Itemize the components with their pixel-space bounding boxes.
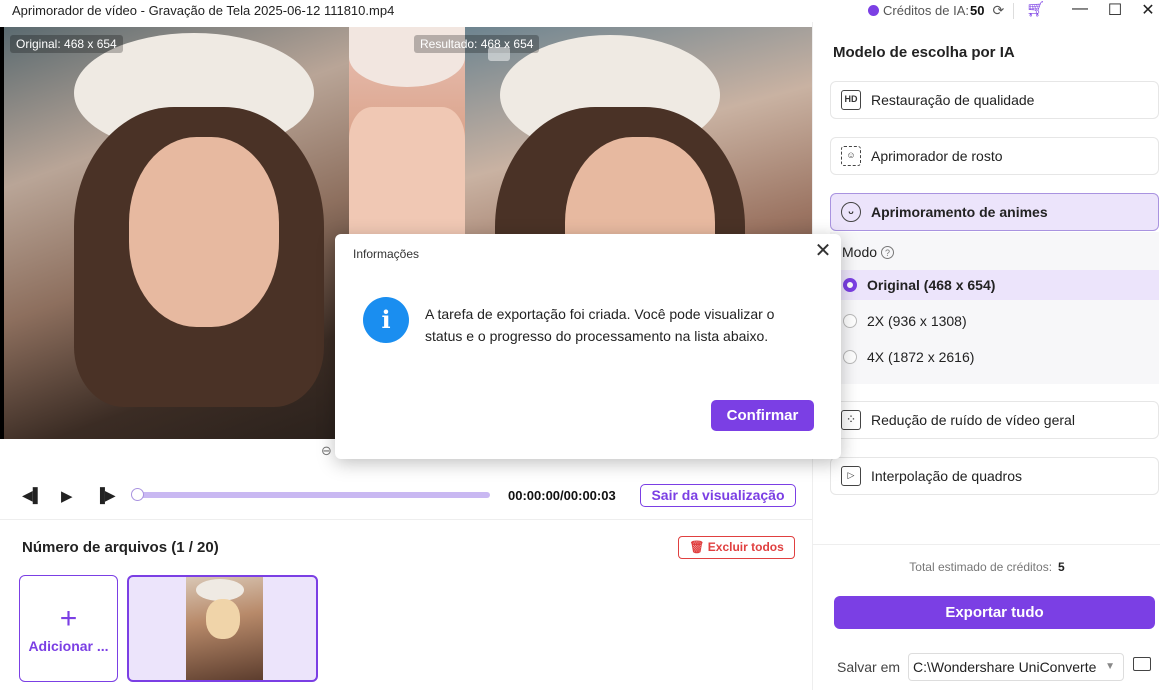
result-size-tag: Resultado: 468 x 654 [414,35,540,53]
play-icon[interactable]: ▶ [61,487,73,505]
mode-section: Modo? Original (468 x 654) 2X (936 x 130… [830,232,1159,384]
mode-option-2x[interactable]: 2X (936 x 1308) [830,306,1159,336]
add-file-button[interactable]: + Adicionar ... [19,575,118,682]
seek-knob[interactable] [131,488,144,501]
ai-credits[interactable]: Créditos de IA: 50 ⟳ [868,2,1004,19]
chevron-down-icon: ▼ [1105,661,1115,672]
option-quality-restoration[interactable]: HD Restauração de qualidade [830,81,1159,119]
radio-icon [843,350,857,364]
next-frame-icon[interactable]: ▐▶ [95,487,116,504]
title-bar: Aprimorador de vídeo - Gravação de Tela … [0,0,1160,22]
info-dialog: Informações ✕ i A tarefa de exportação f… [335,234,841,459]
radio-icon [843,278,857,292]
mode-option-label: 2X (936 x 1308) [867,313,967,329]
delete-all-label: Excluir todos [707,540,784,554]
credits-value: 50 [970,3,985,18]
split-handle-icon[interactable] [488,47,510,61]
time-display: 00:00:00/00:00:03 [508,488,616,503]
option-anime-enhancement[interactable]: ᴗ Aprimoramento de animes [830,193,1159,231]
plus-icon: + [59,602,78,635]
save-path-select[interactable]: C:\Wondershare UniConverte ▼ [908,653,1124,681]
minimize-icon[interactable]: — [1070,0,1090,18]
help-icon[interactable]: ? [881,246,895,259]
original-size-tag: Original: 468 x 654 [10,35,123,53]
dialog-message: A tarefa de exportação foi criada. Você … [425,306,775,344]
denoise-icon: ⁘ [841,410,861,430]
credit-estimate: Total estimado de créditos: 5 [813,560,1160,574]
dialog-title: Informações [353,247,420,261]
credits-label: Créditos de IA: [883,3,969,18]
save-to-label: Salvar em [837,659,901,675]
face-scan-icon: ☺ [841,146,861,166]
mode-option-4x[interactable]: 4X (1872 x 2616) [830,342,1159,372]
option-label: Aprimoramento de animes [871,204,1048,220]
info-icon: i [363,297,409,343]
save-path-value: C:\Wondershare UniConverte [913,659,1097,675]
credits-gem-icon [868,5,879,16]
previous-frame-icon[interactable]: ◀▌ [22,487,43,504]
confirm-button[interactable]: Confirmar [711,400,814,431]
mode-option-label: 4X (1872 x 2616) [867,349,975,365]
player-controls: ◀▌ ▶ ▐▶ 00:00:00/00:00:03 Sair da visual… [0,480,812,510]
anime-icon: ᴗ [841,202,861,222]
refresh-icon[interactable]: ⟳ [992,2,1004,19]
estimate-value: 5 [1058,560,1065,574]
ai-model-panel: Modelo de escolha por IA HD Restauração … [812,22,1160,690]
divider [813,544,1160,545]
original-frame [4,27,349,439]
option-label: Interpolação de quadros [871,468,1022,484]
close-icon[interactable]: ✕ [813,238,833,263]
radio-icon [843,314,857,328]
frame-interpolation-icon: ▷ [841,466,861,486]
option-video-denoise[interactable]: ⁘ Redução de ruído de vídeo geral [830,401,1159,439]
divider [1013,3,1014,19]
window-title: Aprimorador de vídeo - Gravação de Tela … [12,3,395,18]
thumbnail-image [186,577,263,680]
close-window-icon[interactable]: ✕ [1138,0,1158,20]
add-file-label: Adicionar ... [28,638,109,654]
mode-label-text: Modo [842,244,878,260]
option-face-enhancer[interactable]: ☺ Aprimorador de rosto [830,137,1159,175]
maximize-icon[interactable]: ☐ [1105,0,1125,20]
panel-title: Modelo de escolha por IA [833,44,1015,61]
zoom-out-icon[interactable]: ⊖ [321,443,332,459]
file-thumbnail[interactable] [127,575,318,682]
option-label: Restauração de qualidade [871,92,1035,108]
option-frame-interpolation[interactable]: ▷ Interpolação de quadros [830,457,1159,495]
divider [0,519,812,520]
delete-all-button[interactable]: 🗑︎ Excluir todos [678,536,795,559]
seek-bar[interactable] [138,492,490,498]
estimate-label: Total estimado de créditos: [909,560,1053,574]
mode-option-original[interactable]: Original (468 x 654) [830,270,1159,300]
mode-option-label: Original (468 x 654) [867,277,996,293]
mode-label: Modo? [842,244,895,260]
option-label: Redução de ruído de vídeo geral [871,412,1075,428]
export-all-button[interactable]: Exportar tudo [834,596,1155,629]
file-count-title: Número de arquivos (1 / 20) [22,539,219,556]
hd-icon: HD [841,90,861,110]
cart-icon[interactable]: 🛒︎ [1026,0,1045,18]
folder-icon[interactable] [1133,657,1151,671]
exit-preview-button[interactable]: Sair da visualização [640,484,796,507]
trash-icon: 🗑︎ [689,540,708,554]
option-label: Aprimorador de rosto [871,148,1003,164]
